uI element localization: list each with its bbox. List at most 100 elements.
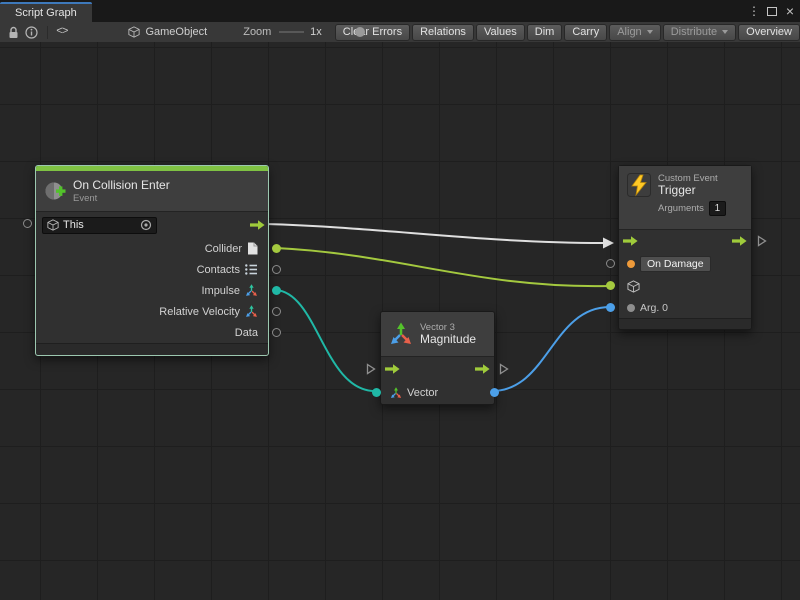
event-target-input-port[interactable] <box>23 219 32 228</box>
wire-result-to-arg0[interactable] <box>492 307 610 391</box>
relations-button[interactable]: Relations <box>412 24 474 41</box>
lock-icon[interactable] <box>5 24 22 40</box>
chevron-down-icon <box>647 30 653 34</box>
target-object-field[interactable]: This <box>42 217 157 234</box>
gameobject-label: GameObject <box>145 26 207 38</box>
chevron-down-icon <box>722 30 728 34</box>
vector-arrows-icon <box>245 284 258 297</box>
wire-flow-collision-to-trigger[interactable] <box>265 224 603 243</box>
arguments-count-field[interactable]: 1 <box>709 201 726 216</box>
clear-errors-label: Clear Errors <box>343 25 402 40</box>
arg0-row: Arg. 0 <box>619 297 751 318</box>
flow-input-port[interactable] <box>385 364 400 377</box>
collider-output-port[interactable] <box>272 244 281 253</box>
distribute-label: Distribute <box>671 25 717 40</box>
align-button[interactable]: Align <box>609 24 660 41</box>
overview-label: Overview <box>746 25 792 40</box>
tab-script-graph[interactable]: Script Graph <box>0 2 92 22</box>
node-title: Magnitude <box>420 333 476 346</box>
output-row-contacts: Contacts <box>36 259 268 280</box>
flow-output-connector-triangle[interactable] <box>499 363 509 378</box>
values-label: Values <box>484 25 517 40</box>
string-type-dot <box>627 260 635 268</box>
code-icon[interactable]: <> <box>53 24 70 40</box>
port-label-contacts: Contacts <box>197 264 240 276</box>
vector-arrows-icon <box>245 305 258 318</box>
node-header: Vector 3 Magnitude <box>381 312 494 357</box>
flow-row <box>381 357 494 381</box>
contacts-output-port[interactable] <box>272 265 281 274</box>
flow-output-port[interactable] <box>250 220 265 233</box>
node-on-collision-enter[interactable]: On Collision Enter Event This Collider <box>35 165 269 356</box>
dim-label: Dim <box>535 25 555 40</box>
arguments-row: Arguments 1 <box>658 201 726 216</box>
relations-label: Relations <box>420 25 466 40</box>
vector-input-port[interactable] <box>372 388 381 397</box>
close-icon[interactable]: × <box>782 3 798 19</box>
flow-input-connector-triangle[interactable] <box>366 363 376 378</box>
event-name-field[interactable]: On Damage <box>640 256 711 272</box>
node-header: On Collision Enter Event <box>36 171 268 212</box>
flow-output-port[interactable] <box>732 236 747 249</box>
info-icon[interactable] <box>22 24 41 40</box>
wire-collider-to-target[interactable] <box>276 248 610 286</box>
values-button[interactable]: Values <box>476 24 525 41</box>
output-row-impulse: Impulse <box>36 280 268 301</box>
tab-bar: Script Graph ⋮ × <box>0 0 800 22</box>
node-header: Custom Event Trigger Arguments 1 <box>619 166 751 230</box>
cube-icon <box>47 219 59 231</box>
output-row-collider: Collider <box>36 238 268 259</box>
output-row-data: Data <box>36 322 268 343</box>
zoom-slider[interactable] <box>279 26 304 38</box>
node-title: Trigger <box>658 184 726 197</box>
tab-label: Script Graph <box>15 7 77 19</box>
port-label-data: Data <box>235 327 258 339</box>
relative-velocity-output-port[interactable] <box>272 307 281 316</box>
collision-event-icon <box>44 180 66 202</box>
graph-canvas[interactable]: On Collision Enter Event This Collider <box>0 42 800 600</box>
port-label-collider: Collider <box>205 243 242 255</box>
node-footer <box>36 343 268 355</box>
event-name-input-port[interactable] <box>606 259 615 268</box>
menu-icon[interactable]: ⋮ <box>746 3 762 19</box>
flow-output-connector-triangle[interactable] <box>757 235 767 250</box>
clear-errors-button[interactable]: Clear Errors <box>335 24 410 41</box>
cube-icon <box>627 280 640 293</box>
target-input-port[interactable] <box>606 281 615 290</box>
node-footer <box>619 318 751 329</box>
overview-button[interactable]: Overview <box>738 24 800 41</box>
vector-input-row: Vector <box>381 381 494 404</box>
flow-input-port[interactable] <box>623 236 638 249</box>
dim-button[interactable]: Dim <box>527 24 563 41</box>
maximize-icon[interactable] <box>764 3 780 19</box>
node-trigger-custom-event[interactable]: Custom Event Trigger Arguments 1 On Dama… <box>618 165 752 330</box>
arguments-label: Arguments <box>658 203 704 214</box>
distribute-button[interactable]: Distribute <box>663 24 736 41</box>
list-icon <box>245 264 258 275</box>
vector-arrows-icon <box>390 387 402 399</box>
object-picker-icon[interactable] <box>140 219 152 231</box>
wire-flow-arrowhead <box>603 238 614 249</box>
data-output-port[interactable] <box>272 328 281 337</box>
node-title: On Collision Enter <box>73 179 170 192</box>
node-vector3-magnitude[interactable]: Vector 3 Magnitude Vector <box>380 311 495 405</box>
node-subtitle: Event <box>73 193 170 204</box>
lightning-bolt-icon <box>627 173 651 197</box>
wire-impulse-to-vector[interactable] <box>276 290 375 391</box>
port-label-relative-velocity: Relative Velocity <box>159 306 240 318</box>
port-label-arg0: Arg. 0 <box>640 302 668 314</box>
port-label-impulse: Impulse <box>201 285 240 297</box>
arg0-input-port[interactable] <box>606 303 615 312</box>
maximize-glyph <box>767 7 777 16</box>
zoom-label: Zoom <box>243 26 271 38</box>
align-label: Align <box>617 25 641 40</box>
flow-output-port[interactable] <box>475 364 490 377</box>
target-row <box>619 275 751 297</box>
zoom-value: 1x <box>310 26 322 38</box>
zoom-slider-track[interactable] <box>279 31 304 33</box>
gameobject-button[interactable]: GameObject <box>128 26 207 38</box>
magnitude-result-port[interactable] <box>490 388 499 397</box>
document-icon <box>247 242 258 255</box>
carry-button[interactable]: Carry <box>564 24 607 41</box>
impulse-output-port[interactable] <box>272 286 281 295</box>
